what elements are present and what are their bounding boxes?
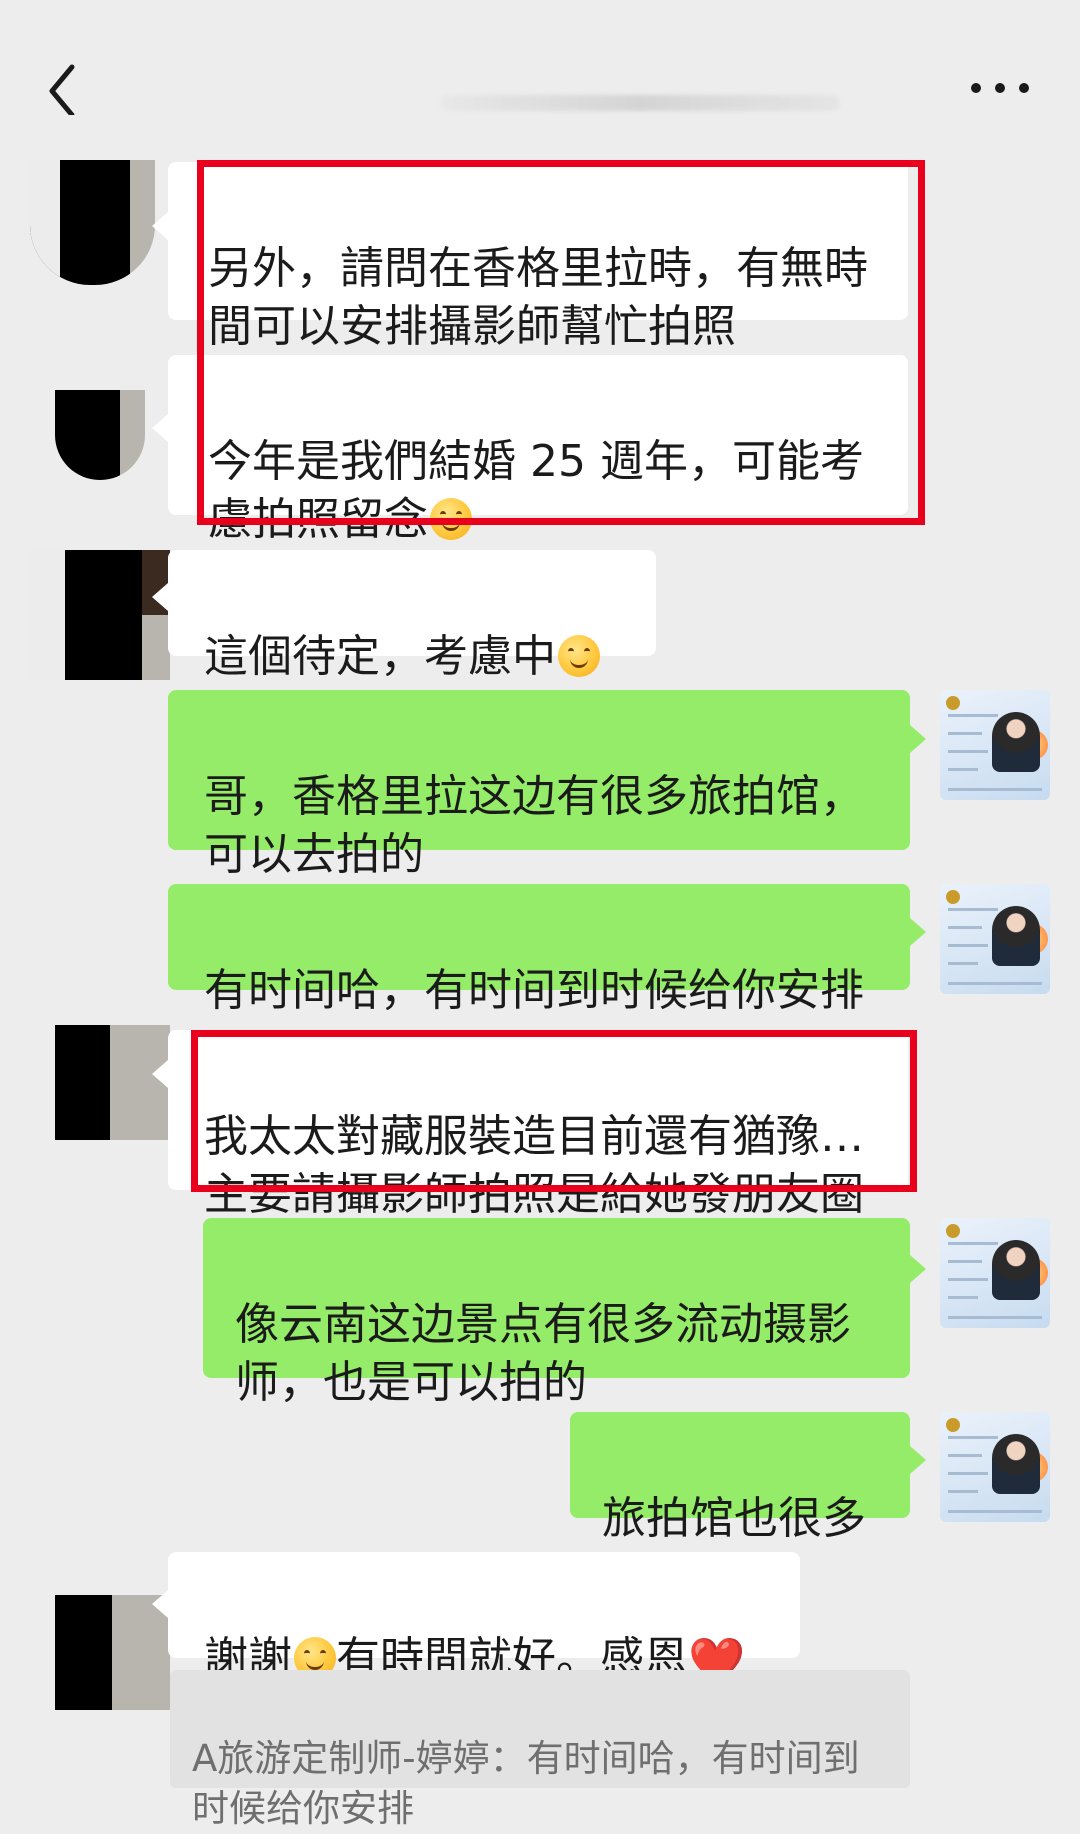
- back-chevron-icon[interactable]: [40, 55, 90, 118]
- top-bar: [0, 0, 1080, 150]
- avatar[interactable]: [30, 550, 170, 680]
- message-text: 另外，請問在香格里拉時，有無時 間可以安排攝影師幫忙拍照: [208, 243, 868, 352]
- quoted-reply-text: A旅游定制师-婷婷：有时间哈，有时间到 时候给你安排: [192, 1737, 860, 1830]
- message-text: 像云南这边景点有很多流动摄影 师，也是可以拍的: [235, 1299, 851, 1408]
- message-text: 我太太對藏服裝造目前還有猶豫… 主要請攝影師拍照是給她發朋友圈: [204, 1111, 864, 1220]
- avatar-self[interactable]: [940, 884, 1050, 994]
- avatar-self[interactable]: [940, 1412, 1050, 1522]
- message-text: 今年是我們結婚 25 週年，可能考 慮拍照留念: [208, 436, 864, 545]
- message-bubble: 這個待定，考慮中: [168, 550, 656, 682]
- message-bubble: 我太太對藏服裝造目前還有猶豫… 主要請攝影師拍照是給她發朋友圈: [168, 1030, 908, 1220]
- message-text: 哥，香格里拉这边有很多旅拍馆， 可以去拍的: [204, 771, 864, 880]
- avatar[interactable]: [30, 160, 155, 285]
- avatar-self[interactable]: [940, 690, 1050, 800]
- message-bubble: 旅拍馆也很多: [570, 1412, 910, 1544]
- smile-emoji-icon: [558, 635, 600, 677]
- avatar[interactable]: [55, 390, 145, 480]
- chat-title-blurred: [440, 95, 840, 111]
- more-options-icon[interactable]: [960, 60, 1040, 110]
- avatar-self[interactable]: [940, 1218, 1050, 1328]
- message-bubble: 謝謝 有時間就好。感恩❤️: [168, 1552, 800, 1688]
- smile-emoji-icon: [430, 498, 472, 540]
- message-bubble: 另外，請問在香格里拉時，有無時 間可以安排攝影師幫忙拍照: [168, 162, 908, 352]
- quoted-reply[interactable]: A旅游定制师-婷婷：有时间哈，有时间到 时候给你安排: [170, 1670, 910, 1830]
- message-bubble: 有时间哈，有时间到时候给你安排: [168, 884, 910, 1016]
- message-text: 旅拍馆也很多: [602, 1493, 866, 1544]
- message-bubble: 今年是我們結婚 25 週年，可能考 慮拍照留念: [168, 355, 908, 545]
- message-bubble: 哥，香格里拉这边有很多旅拍馆， 可以去拍的: [168, 690, 910, 880]
- message-text: 這個待定，考慮中: [204, 631, 556, 682]
- message-bubble: 像云南这边景点有很多流动摄影 师，也是可以拍的: [203, 1218, 910, 1408]
- message-text: 有时间哈，有时间到时候给你安排: [204, 965, 864, 1016]
